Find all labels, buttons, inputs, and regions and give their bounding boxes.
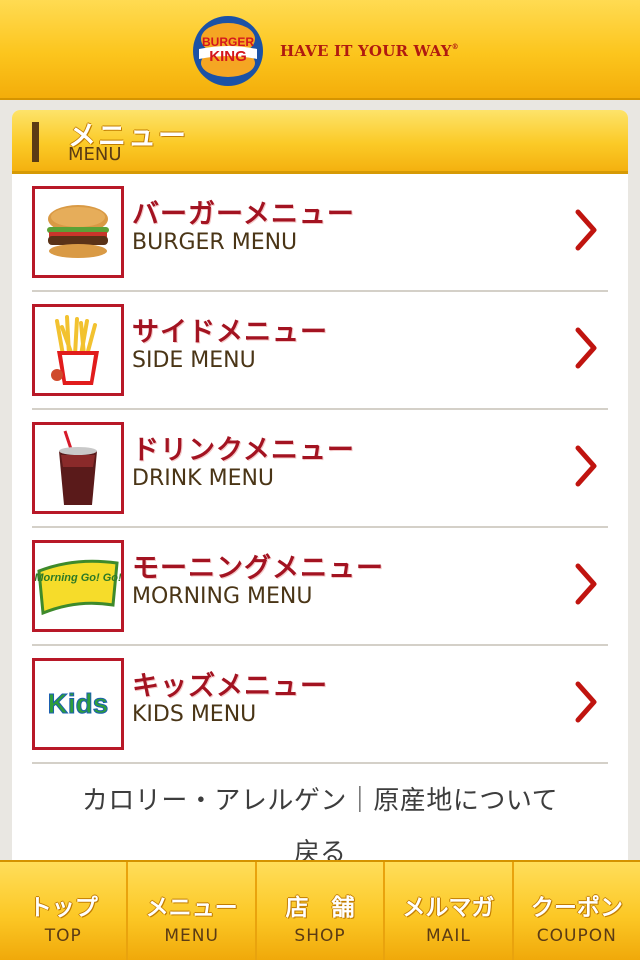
section-bar-decoration <box>32 122 39 162</box>
menu-item-burger[interactable]: バーガーメニュー BURGER MENU <box>32 174 608 292</box>
info-links: カロリー・アレルゲン｜原産地について <box>12 780 628 817</box>
nav-label-en: COUPON <box>536 926 617 946</box>
nav-item-mail[interactable]: メルマガ MAIL <box>385 862 514 960</box>
menu-item-subtitle: MORNING MENU <box>132 584 313 609</box>
menu-panel: メニュー MENU バーガーメニュー BURGER MENU サイドメニュー S… <box>12 110 628 870</box>
menu-item-subtitle: BURGER MENU <box>132 230 298 255</box>
nav-label-en: MAIL <box>426 926 471 946</box>
menu-item-subtitle: DRINK MENU <box>132 466 275 491</box>
origin-link[interactable]: 原産地について <box>373 786 558 816</box>
logo-text-burger: BURGER <box>202 35 254 49</box>
nav-item-top[interactable]: トップ TOP <box>0 862 129 960</box>
nav-label-en: MENU <box>164 926 219 946</box>
menu-item-title: ドリンクメニュー <box>132 435 355 466</box>
registered-mark: ® <box>451 42 459 51</box>
chevron-right-icon <box>575 445 597 487</box>
menu-item-kids[interactable]: Kids キッズメニュー KIDS MENU <box>32 646 608 764</box>
morning-logo-text: Morning Go! Go! <box>35 572 121 584</box>
menu-item-morning[interactable]: Morning Go! Go! モーニングメニュー MORNING MENU <box>32 528 608 646</box>
menu-item-side[interactable]: サイドメニュー SIDE MENU <box>32 292 608 410</box>
nav-label-jp: メニュー <box>145 895 238 921</box>
tagline-text: HAVE IT YOUR WAY <box>280 42 452 60</box>
nav-label-en: SHOP <box>294 926 346 946</box>
fries-image <box>32 304 124 396</box>
burger-king-logo[interactable]: BURGER KING <box>192 15 264 87</box>
nav-label-jp: クーポン <box>530 895 623 921</box>
bottom-nav: トップ TOP メニュー MENU 店 舗 SHOP メルマガ MAIL クーポ… <box>0 860 640 960</box>
burger-image <box>32 186 124 278</box>
nav-label-en: TOP <box>44 926 82 946</box>
chevron-right-icon <box>575 563 597 605</box>
logo-text-king: KING <box>209 48 247 65</box>
kids-logo-text: Kids <box>48 688 109 719</box>
morning-logo: Morning Go! Go! <box>32 540 124 632</box>
menu-item-title: サイドメニュー <box>132 317 328 348</box>
menu-item-drink[interactable]: ドリンクメニュー DRINK MENU <box>32 410 608 528</box>
menu-item-title: モーニングメニュー <box>132 553 384 584</box>
brand-tagline: HAVE IT YOUR WAY® <box>280 42 459 60</box>
nav-label-jp: トップ <box>28 895 98 921</box>
nav-label-jp: 店 舗 <box>285 895 355 921</box>
menu-item-subtitle: SIDE MENU <box>132 348 256 373</box>
nav-item-coupon[interactable]: クーポン COUPON <box>514 862 640 960</box>
link-separator: ｜ <box>346 786 374 816</box>
menu-item-subtitle: KIDS MENU <box>132 702 257 727</box>
menu-item-title: バーガーメニュー <box>132 199 355 230</box>
app-header: BURGER KING HAVE IT YOUR WAY® <box>0 0 640 100</box>
menu-item-title: キッズメニュー <box>132 671 328 702</box>
chevron-right-icon <box>575 209 597 251</box>
chevron-right-icon <box>575 681 597 723</box>
section-subtitle: MENU <box>68 144 122 165</box>
drink-image <box>32 422 124 514</box>
kids-logo: Kids <box>32 658 124 750</box>
nav-label-jp: メルマガ <box>402 895 495 921</box>
nav-item-shop[interactable]: 店 舗 SHOP <box>257 862 386 960</box>
calorie-allergen-link[interactable]: カロリー・アレルゲン <box>82 786 347 816</box>
nav-item-menu[interactable]: メニュー MENU <box>128 862 257 960</box>
chevron-right-icon <box>575 327 597 369</box>
section-header: メニュー MENU <box>12 110 628 174</box>
